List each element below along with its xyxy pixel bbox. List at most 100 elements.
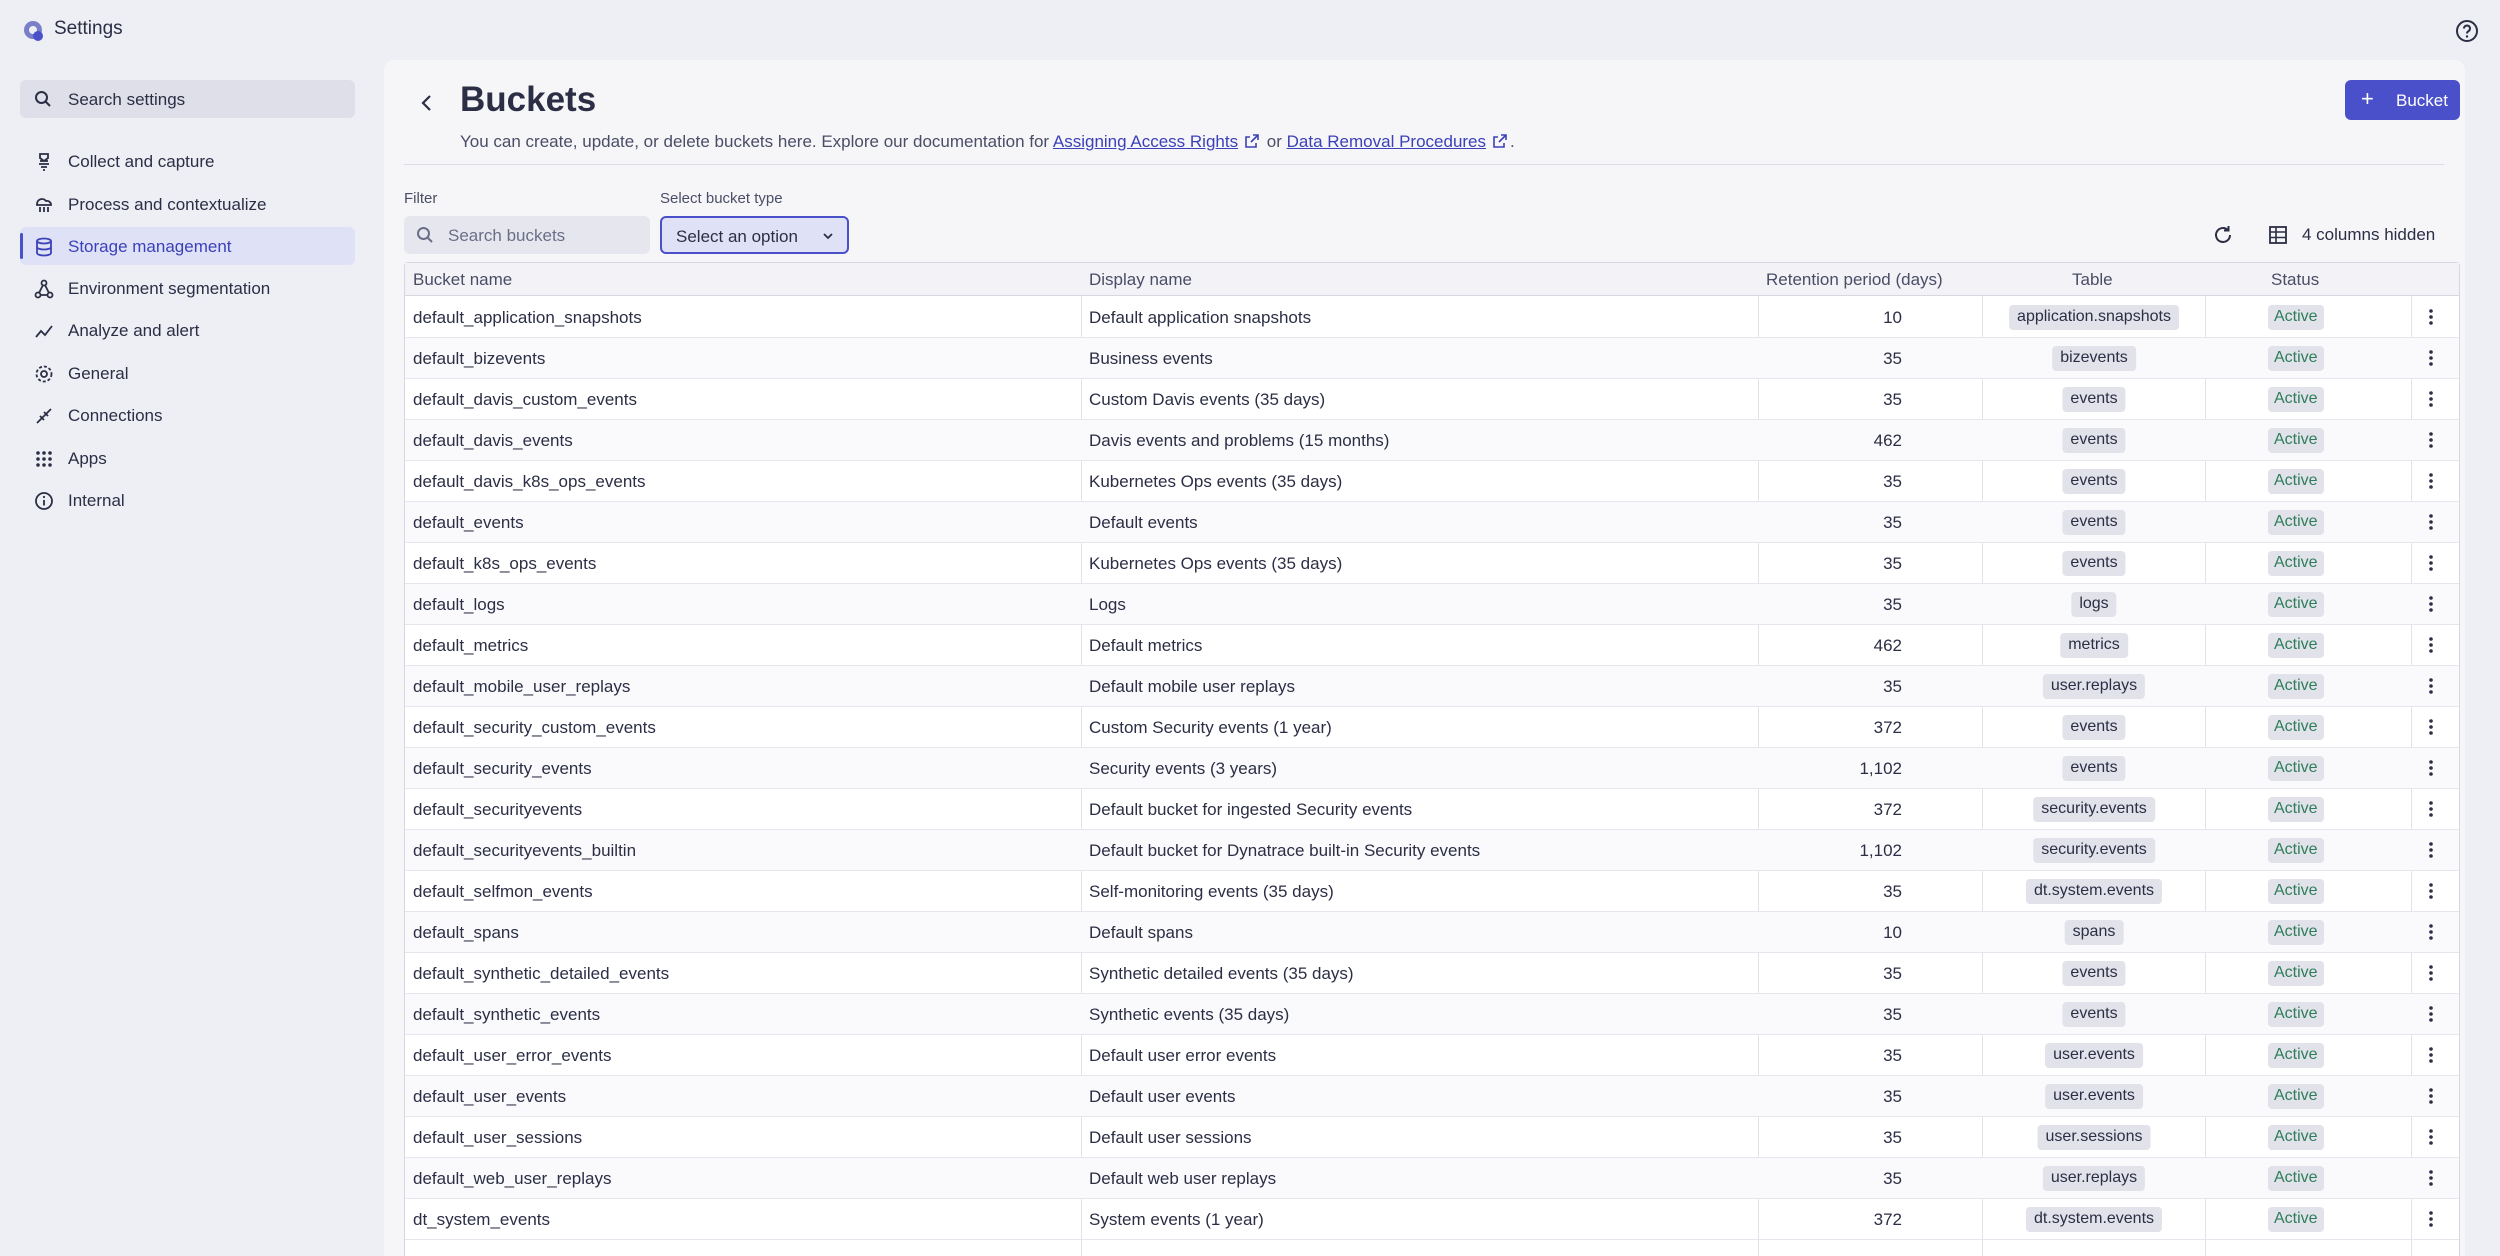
- table-chip: user.replays: [2042, 674, 2146, 699]
- table-row[interactable]: default_application_snapshots Default app…: [405, 297, 2459, 338]
- table-row[interactable]: default_events Default events 35 events Acti…: [405, 502, 2459, 543]
- more-actions-icon[interactable]: [2421, 471, 2441, 491]
- more-actions-icon[interactable]: [2421, 1168, 2441, 1188]
- retention-cell: 372: [1873, 1210, 1902, 1229]
- sidebar-item-internal[interactable]: Internal: [20, 481, 355, 519]
- table-row[interactable]: default_metrics Default metrics 462 metrics…: [405, 625, 2459, 666]
- more-actions-icon[interactable]: [2421, 1086, 2441, 1106]
- status-badge: Active: [2268, 1207, 2324, 1232]
- sidebar-item-analyze[interactable]: Analyze and alert: [20, 311, 355, 349]
- info-icon: [35, 492, 53, 510]
- chevron-down-icon: [823, 233, 833, 240]
- table-row[interactable]: default_web_user_replays Default web user…: [405, 1158, 2459, 1199]
- process-icon: [36, 198, 52, 212]
- sidebar-item-connections[interactable]: Connections: [20, 396, 355, 434]
- display-name-cell: Default mobile user replays: [1089, 677, 1295, 696]
- sidebar-item-apps[interactable]: Apps: [20, 439, 355, 477]
- table-row[interactable]: default_user_sessions Default user sessio…: [405, 1117, 2459, 1158]
- more-actions-icon[interactable]: [2421, 881, 2441, 901]
- settings-search-input[interactable]: Search settings: [20, 80, 355, 118]
- status-badge: Active: [2268, 838, 2324, 863]
- more-actions-icon[interactable]: [2421, 348, 2441, 368]
- table-row[interactable]: default_davis_events Davis events and pro…: [405, 420, 2459, 461]
- more-actions-icon[interactable]: [2421, 1004, 2441, 1024]
- more-actions-icon[interactable]: [2421, 799, 2441, 819]
- table-chip: spans: [2064, 920, 2124, 945]
- data-removal-procedures-link[interactable]: Data Removal Procedures: [1287, 132, 1486, 151]
- col-header-table[interactable]: Table: [2072, 270, 2113, 290]
- sidebar-item-collect[interactable]: Collect and capture: [20, 142, 355, 180]
- more-actions-icon[interactable]: [2421, 1045, 2441, 1065]
- sidebar-item-general[interactable]: General: [20, 354, 355, 392]
- more-actions-icon[interactable]: [2421, 676, 2441, 696]
- sidebar-item-label: Apps: [68, 449, 107, 468]
- table-row[interactable]: default_securityevents_builtin Default bu…: [405, 830, 2459, 871]
- bucket-type-value: Select an option: [676, 227, 798, 246]
- table-row[interactable]: default_spans Default spans 10 spans Active: [405, 912, 2459, 953]
- display-name-cell: Default user events: [1089, 1087, 1236, 1106]
- more-actions-icon[interactable]: [2421, 307, 2441, 327]
- bucket-name-cell: default_mobile_user_replays: [413, 677, 631, 696]
- table-row[interactable]: default_synthetic_detailed_events Synthet…: [405, 953, 2459, 994]
- assigning-access-rights-link[interactable]: Assigning Access Rights: [1053, 132, 1238, 151]
- more-actions-icon[interactable]: [2421, 512, 2441, 532]
- display-name-cell: Default user sessions: [1089, 1128, 1252, 1147]
- col-header-bucket-name[interactable]: Bucket name: [413, 270, 512, 290]
- display-name-cell: Davis events and problems (15 months): [1089, 431, 1390, 450]
- retention-cell: 372: [1873, 800, 1902, 819]
- retention-cell: 1,102: [1859, 759, 1902, 778]
- page-description: You can create, update, or delete bucket…: [460, 132, 1515, 152]
- table-row[interactable]: default_securityevents Default bucket for…: [405, 789, 2459, 830]
- table-row[interactable]: default_security_custom_events Custom Sec…: [405, 707, 2459, 748]
- table-chip: user.events: [2045, 1043, 2143, 1068]
- sidebar-item-storage[interactable]: Storage management: [20, 227, 355, 265]
- sidebar-item-process[interactable]: Process and contextualize: [20, 185, 355, 223]
- more-actions-icon[interactable]: [2421, 594, 2441, 614]
- more-actions-icon[interactable]: [2421, 1127, 2441, 1147]
- more-actions-icon[interactable]: [2421, 922, 2441, 942]
- more-actions-icon[interactable]: [2421, 635, 2441, 655]
- search-buckets-input[interactable]: Search buckets: [404, 216, 650, 254]
- refresh-icon[interactable]: [2211, 223, 2235, 247]
- display-name-cell: Self-monitoring events (35 days): [1089, 882, 1334, 901]
- table-chip: user.events: [2045, 1084, 2143, 1109]
- search-buckets-placeholder: Search buckets: [448, 226, 566, 245]
- more-actions-icon[interactable]: [2421, 389, 2441, 409]
- back-arrow-icon[interactable]: [414, 90, 440, 116]
- col-header-retention[interactable]: Retention period (days): [1766, 270, 1943, 290]
- bucket-name-cell: default_metrics: [413, 636, 529, 655]
- table-row[interactable]: default_security_events Security events (…: [405, 748, 2459, 789]
- help-icon[interactable]: [2454, 18, 2480, 44]
- status-badge: Active: [2268, 510, 2324, 535]
- bucket-type-select[interactable]: Select an option: [660, 216, 849, 254]
- status-badge: Active: [2268, 756, 2324, 781]
- table-row[interactable]: default_user_events Default user events 35…: [405, 1076, 2459, 1117]
- sidebar-item-label: Storage management: [68, 237, 232, 256]
- more-actions-icon[interactable]: [2421, 553, 2441, 573]
- display-name-cell: Custom Security events (1 year): [1089, 718, 1332, 737]
- table-chip: events: [2062, 428, 2126, 453]
- table-row[interactable]: default_user_error_events Default user er…: [405, 1035, 2459, 1076]
- more-actions-icon[interactable]: [2421, 758, 2441, 778]
- more-actions-icon[interactable]: [2421, 963, 2441, 983]
- more-actions-icon[interactable]: [2421, 717, 2441, 737]
- more-actions-icon[interactable]: [2421, 1209, 2441, 1229]
- more-actions-icon[interactable]: [2421, 430, 2441, 450]
- col-header-status[interactable]: Status: [2271, 270, 2319, 290]
- table-row[interactable]: default_davis_k8s_ops_events Kubernetes O…: [405, 461, 2459, 502]
- more-actions-icon[interactable]: [2421, 840, 2441, 860]
- table-row[interactable]: default_logs Logs 35 logs Active: [405, 584, 2459, 625]
- table-row[interactable]: default_k8s_ops_events Kubernetes Ops eve…: [405, 543, 2459, 584]
- table-row[interactable]: dt_system_events System events (1 year) 37…: [405, 1199, 2459, 1240]
- sidebar-item-segmentation[interactable]: Environment segmentation: [20, 269, 355, 307]
- table-row[interactable]: default_davis_custom_events Custom Davis …: [405, 379, 2459, 420]
- collect-icon: [39, 153, 49, 171]
- add-bucket-button[interactable]: + Bucket: [2345, 80, 2460, 120]
- table-row[interactable]: default_bizevents Business events 35 bizeve…: [405, 338, 2459, 379]
- table-row[interactable]: default_synthetic_events Synthetic events…: [405, 994, 2459, 1035]
- table-row[interactable]: default_mobile_user_replays Default mobil…: [405, 666, 2459, 707]
- col-header-display-name[interactable]: Display name: [1089, 270, 1192, 290]
- status-badge: Active: [2268, 1043, 2324, 1068]
- status-badge: Active: [2268, 633, 2324, 658]
- table-row[interactable]: default_selfmon_events Self-monitoring ev…: [405, 871, 2459, 912]
